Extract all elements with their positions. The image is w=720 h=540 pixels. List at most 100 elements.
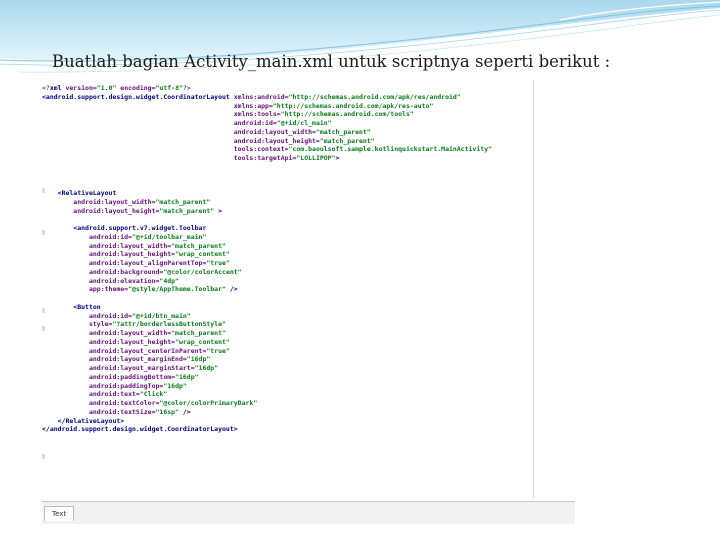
code-token: "Click" (139, 390, 168, 399)
code-token: "match_parent" (171, 329, 226, 337)
code-token: app:theme= (42, 285, 129, 294)
code-line: android:layout_marginStart="16dp" (42, 364, 531, 373)
code-line: android:layout_alignParentTop="true" (42, 259, 531, 268)
code-token: "match_parent" (159, 206, 215, 215)
code-token: /> (225, 285, 238, 294)
code-line: android:textColor="@color/colorPrimaryDa… (42, 399, 531, 408)
code-token: "match_parent" (171, 241, 226, 250)
code-token: > (214, 206, 223, 215)
code-token: android:textSize= (42, 407, 156, 416)
code-editor-screenshot: <?xml version="1.0" encoding="utf-8"?> <a… (42, 80, 575, 524)
code-token: android:text= (42, 390, 140, 399)
code-token: "wrap_content" (175, 250, 230, 259)
code-line: android:paddingBottom="16dp" (42, 373, 531, 382)
code-line: android:paddingTop="16dp" (42, 382, 531, 391)
code-line: <?xml version="1.0" encoding="utf-8"?> (42, 84, 531, 93)
code-line: </android.support.design.widget.Coordina… (42, 425, 531, 434)
code-line: app:theme="@style/AppTheme.Toolbar" /> (42, 285, 531, 294)
code-token: xmlns:android= (233, 92, 289, 101)
code-line: <Button (42, 303, 531, 312)
code-line: xmlns:tools="http://schemas.android.com/… (42, 110, 531, 119)
code-token: /> (178, 407, 191, 416)
editor-right-margin-line (533, 80, 534, 498)
code-token: android:layout_centerInParent= (42, 346, 207, 355)
code-token: android:paddingTop= (42, 381, 164, 390)
code-line: style="?attr/borderlessButtonStyle" (42, 320, 531, 329)
code-line: <RelativeLayout (42, 189, 531, 198)
code-token: "@style/AppTheme.Toolbar" (128, 285, 226, 294)
code-token: "match_parent" (315, 127, 371, 136)
code-token: android:layout_height= (42, 206, 160, 215)
code-line: android:layout_width="match_parent" (42, 198, 531, 207)
code-line: android:id="@+id/toolbar_main" (42, 233, 531, 242)
code-token: "http://schemas.android.com/apk/res/andr… (288, 92, 461, 101)
code-token: "http://schemas.android.com/apk/res-auto… (272, 101, 434, 110)
code-line: android:layout_marginEnd="16dp" (42, 355, 531, 364)
code-line: android:id="@+id/btn_main" (42, 312, 531, 321)
code-token: tools:targetApi= (42, 154, 297, 162)
code-token: > (335, 154, 340, 162)
code-token: encoding= (116, 84, 156, 92)
code-token: android:layout_width= (42, 329, 172, 337)
code-line: android:layout_height="match_parent" > (42, 207, 531, 216)
code-token: xmlns:app= (42, 101, 273, 110)
tab-text[interactable]: Text (44, 506, 75, 521)
code-token: android:id= (42, 119, 277, 127)
code-line: android:layout_width="match_parent" (42, 128, 531, 137)
code-token: "16sp" (155, 407, 179, 416)
code-token: <android.support.design.widget.Coordinat… (42, 92, 234, 101)
code-token: "LOLLIPOP" (296, 154, 336, 162)
code-token: android:layout_height= (42, 250, 176, 259)
code-token: ?> (182, 84, 191, 92)
code-token: "@+id/btn_main" (132, 311, 191, 320)
code-token: android:id= (42, 311, 133, 320)
code-token: "1.0" (96, 84, 117, 92)
code-token: xmlns:tools= (42, 110, 281, 119)
code-line: <android.support.design.widget.Coordinat… (42, 93, 531, 102)
fold-marker (42, 454, 45, 459)
code-token: "match_parent" (319, 136, 375, 145)
code-line: android:background="@color/colorAccent" (42, 268, 531, 277)
code-token: android:layout_width= (42, 197, 156, 206)
code-token: "com.baoulsoft.sample.kotlinquickstart.M… (288, 145, 493, 154)
code-token: "16dp" (186, 355, 211, 364)
code-line: xmlns:app="http://schemas.android.com/ap… (42, 102, 531, 111)
code-token: android:layout_marginStart= (42, 364, 195, 372)
code-token: "true" (206, 346, 230, 355)
code-line: android:layout_width="match_parent" (42, 242, 531, 251)
code-token: tools:context= (42, 145, 289, 154)
code-token: android:layout_height= (42, 136, 320, 145)
code-token: "wrap_content" (175, 337, 230, 346)
code-token: "http://schemas.android.com/tools" (280, 110, 414, 119)
code-line: android:layout_height="wrap_content" (42, 250, 531, 259)
code-line: android:text="Click" (42, 390, 531, 399)
code-line: tools:targetApi="LOLLIPOP"> (42, 154, 531, 163)
code-token: <? (42, 84, 50, 92)
code-token: "@+id/toolbar_main" (132, 232, 207, 241)
code-token: android:layout_height= (42, 337, 176, 346)
code-line: android:layout_width="match_parent" (42, 329, 531, 338)
code-token: "utf-8" (155, 84, 183, 92)
code-line: </RelativeLayout> (42, 417, 531, 426)
code-token: version= (65, 84, 97, 92)
editor-bottom-tabs: Text (42, 501, 575, 524)
code-token: xml (49, 84, 66, 92)
code-line: android:id="@+id/cl_main" (42, 119, 531, 128)
code-line: android:elevation="4dp" (42, 277, 531, 286)
code-token: "16dp" (175, 372, 199, 381)
code-token: android:textColor= (42, 399, 160, 407)
code-line: <android.support.v7.widget.Toolbar (42, 224, 531, 233)
code-token: android:layout_width= (42, 127, 316, 136)
code-token: </android.support.design.widget.Coordina… (42, 425, 238, 434)
code-token: android:layout_alignParentTop= (42, 259, 207, 267)
code-token: android:paddingBottom= (42, 372, 176, 381)
code-token: "4dp" (159, 276, 179, 285)
code-line: android:layout_centerInParent="true" (42, 347, 531, 356)
code-token: "16dp" (194, 364, 219, 372)
code-line: android:textSize="16sp" /> (42, 408, 531, 417)
code-token: "match_parent" (155, 197, 211, 206)
code-token: android:layout_width= (42, 241, 172, 250)
code-token: "@color/colorPrimaryDark" (159, 399, 258, 407)
